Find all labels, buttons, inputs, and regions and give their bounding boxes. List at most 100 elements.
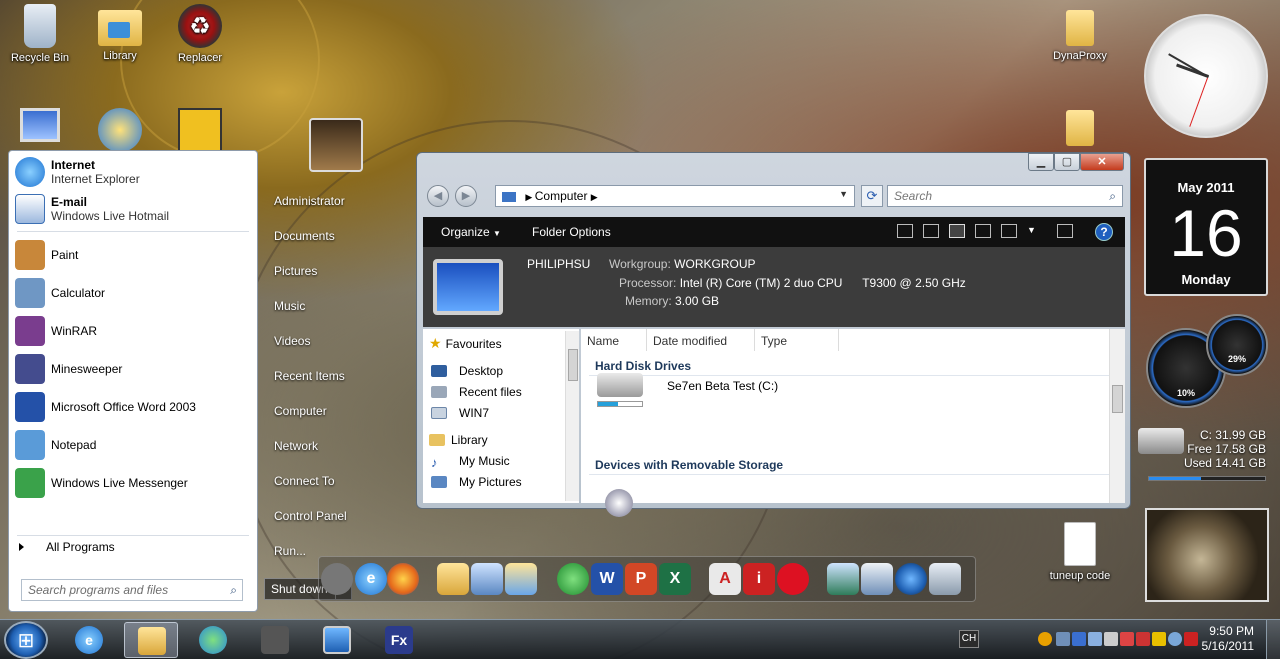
tray-network-icon[interactable]	[1056, 632, 1070, 646]
internet-explorer-icon[interactable]: e	[355, 563, 387, 595]
column-type[interactable]: Type	[755, 329, 839, 351]
tray-bitcomet-icon[interactable]	[1038, 632, 1052, 646]
chevron-down-icon[interactable]: ▼	[839, 189, 848, 199]
start-menu-program[interactable]: Windows Live Messenger	[9, 464, 257, 502]
pinned-email[interactable]: E-mail Windows Live Hotmail	[9, 190, 257, 227]
group-removable-storage[interactable]: Devices with Removable Storage	[595, 458, 783, 472]
taskbar-messenger[interactable]	[186, 622, 240, 658]
start-menu-place[interactable]: Documents	[264, 219, 414, 254]
scroll-thumb[interactable]	[1112, 385, 1123, 413]
pictures-icon[interactable]	[471, 563, 503, 595]
start-menu-place[interactable]: Network	[264, 429, 414, 464]
clock-icon[interactable]	[321, 563, 353, 595]
close-button[interactable]: ✕	[1080, 153, 1124, 171]
tray-device-icon[interactable]	[1072, 632, 1086, 646]
organize-menu[interactable]: Organize ▼	[441, 225, 501, 239]
column-name[interactable]: Name	[581, 329, 647, 351]
pinned-internet[interactable]: Internet Internet Explorer	[9, 153, 257, 190]
view-tiles-icon[interactable]	[897, 224, 913, 238]
desktop-icon-recycle-bin[interactable]: Recycle Bin	[0, 4, 80, 64]
minimize-button[interactable]: ▁	[1028, 153, 1054, 171]
nav-recent-files[interactable]: Recent files	[423, 381, 579, 402]
address-crumb-computer[interactable]: Computer	[535, 189, 588, 203]
taskbar-fx[interactable]: Fx	[372, 622, 426, 658]
search-icon[interactable]: ⌕	[230, 583, 237, 598]
nav-desktop[interactable]: Desktop	[423, 360, 579, 381]
media-icon[interactable]	[861, 563, 893, 595]
nav-favourites[interactable]: ★ Favourites	[423, 333, 579, 354]
trash-icon[interactable]	[929, 563, 961, 595]
back-button[interactable]: ◀	[427, 185, 449, 207]
start-menu-place[interactable]: Administrator	[264, 184, 414, 219]
excel-icon[interactable]: X	[659, 563, 691, 595]
show-desktop-button[interactable]	[1266, 620, 1280, 659]
all-programs-button[interactable]: All Programs	[19, 540, 115, 554]
nav-scrollbar[interactable]	[565, 331, 579, 501]
explorer-search-input[interactable]: Search ⌕	[887, 185, 1123, 207]
clock-gadget[interactable]	[1144, 14, 1268, 138]
start-menu-program[interactable]: Minesweeper	[9, 350, 257, 388]
slideshow-gadget[interactable]	[1145, 508, 1269, 602]
calendar-gadget[interactable]: May 2011 16 Monday	[1144, 158, 1268, 296]
file-list-scrollbar[interactable]	[1109, 329, 1125, 503]
nav-my-music[interactable]: ♪ My Music	[423, 450, 579, 471]
powerpoint-icon[interactable]: P	[625, 563, 657, 595]
tray-s-icon[interactable]	[1152, 632, 1166, 646]
tray-user-icon[interactable]	[1168, 632, 1182, 646]
desktop-icon-library[interactable]: Library	[80, 4, 160, 62]
taskbar-explorer[interactable]	[124, 622, 178, 658]
folder-icon[interactable]	[437, 563, 469, 595]
tray-monitor-icon[interactable]	[1088, 632, 1102, 646]
preview-pane-icon[interactable]	[1057, 224, 1073, 238]
taskbar-display[interactable]	[310, 622, 364, 658]
desktop-icon-tool[interactable]	[160, 108, 240, 156]
memory-meter-gadget[interactable]: 29%	[1206, 314, 1268, 376]
tray-volume-icon[interactable]	[1104, 632, 1118, 646]
taskbar-satellite[interactable]	[248, 622, 302, 658]
display-settings-icon[interactable]	[827, 563, 859, 595]
view-content-icon[interactable]	[1001, 224, 1017, 238]
start-menu-place[interactable]: Pictures	[264, 254, 414, 289]
start-menu-program[interactable]: Calculator	[9, 274, 257, 312]
firefox-icon[interactable]	[387, 563, 419, 595]
scroll-thumb[interactable]	[568, 349, 578, 381]
start-menu-place[interactable]: Computer	[264, 394, 414, 429]
word-icon[interactable]: W	[591, 563, 623, 595]
refresh-button[interactable]: ⟳	[861, 185, 883, 207]
taskbar-clock[interactable]: 9:50 PM 5/16/2011	[1202, 624, 1255, 654]
search-icon[interactable]: ⌕	[1109, 189, 1116, 204]
desktop-icon-replacer[interactable]: Replacer	[160, 4, 240, 64]
start-menu-program[interactable]: Paint	[9, 236, 257, 274]
start-menu-program[interactable]: WinRAR	[9, 312, 257, 350]
desktop-icon-dynaproxy[interactable]: DynaProxy	[1040, 4, 1120, 62]
taskbar-internet-explorer[interactable]: e	[62, 622, 116, 658]
documents-icon[interactable]	[505, 563, 537, 595]
user-avatar[interactable]	[309, 118, 363, 172]
view-list-icon[interactable]	[975, 224, 991, 238]
view-dropdown-icon[interactable]: ▼	[1027, 225, 1036, 235]
view-grid-icon[interactable]	[923, 224, 939, 238]
windows-orb-icon[interactable]	[895, 563, 927, 595]
start-search-input[interactable]: Search programs and files ⌕	[21, 579, 243, 601]
forward-button[interactable]: ▶	[455, 185, 477, 207]
language-indicator[interactable]: CH	[959, 630, 979, 648]
column-date-modified[interactable]: Date modified	[647, 329, 755, 351]
start-menu-place[interactable]: Videos	[264, 324, 414, 359]
nav-my-pictures[interactable]: My Pictures	[423, 471, 579, 492]
start-menu-place[interactable]: Connect To	[264, 464, 414, 499]
tray-fx-icon[interactable]	[1184, 632, 1198, 646]
start-button[interactable]	[4, 621, 48, 659]
drive-c[interactable]: Se7en Beta Test (C:)	[597, 373, 778, 407]
desktop-icon-folder-2[interactable]	[1040, 104, 1120, 150]
start-menu-program[interactable]: Microsoft Office Word 2003	[9, 388, 257, 426]
maximize-button[interactable]: ▢	[1054, 153, 1080, 171]
app-a-icon[interactable]: A	[709, 563, 741, 595]
tray-flag-icon[interactable]	[1120, 632, 1134, 646]
group-hard-disk-drives[interactable]: Hard Disk Drives	[595, 359, 691, 373]
start-menu-program[interactable]: Notepad	[9, 426, 257, 464]
desktop-icon-network[interactable]	[80, 108, 160, 156]
nav-library[interactable]: Library	[423, 429, 579, 450]
desktop-icon-computer[interactable]	[0, 108, 80, 146]
tray-security-icon[interactable]	[1136, 632, 1150, 646]
start-menu-place[interactable]: Music	[264, 289, 414, 324]
